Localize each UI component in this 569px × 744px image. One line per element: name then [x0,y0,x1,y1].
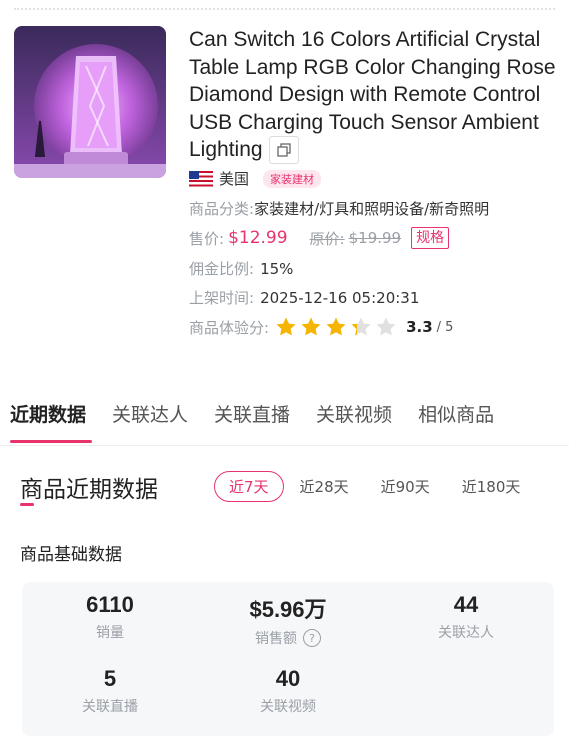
rating-label: 商品体验分: [189,318,270,337]
star-icon [301,317,321,336]
stat-revenue: $5.96万 销售额? [200,592,376,648]
product-image[interactable] [14,26,166,178]
tab-item[interactable]: 相似商品 [418,400,494,427]
top-divider [14,8,555,10]
tab-bar: 近期数据 关联达人 关联直播 关联视频 相似商品 [10,400,559,427]
star-icon [326,317,346,336]
star-icon [376,317,396,336]
copy-icon [276,143,291,158]
stats-panel: 6110 销量 $5.96万 销售额? 44 关联达人 5 关联直播 40 关联… [22,582,554,736]
price-value: $12.99 [228,228,288,248]
rating-row: 商品体验分: 3.3 / 5 [189,316,453,338]
stat-label: 销售额 [255,631,297,647]
original-price-label: 原价: [309,229,345,248]
tabs-divider [0,445,569,446]
price-label: 售价: [189,229,225,248]
tab-item[interactable]: 关联直播 [214,400,290,427]
listed-label: 上架时间: [189,289,255,307]
stat-value: 6110 [86,592,134,617]
commission-value: 15% [260,259,294,278]
stat-label: 关联直播 [82,699,138,715]
star-icon [276,317,296,336]
section-title: 商品近期数据 [20,477,158,503]
stat-label: 关联视频 [260,699,316,715]
stat-value: 5 [103,666,117,691]
stat-videos: 40 关联视频 [200,666,376,716]
rating-stars [275,316,400,338]
commission-row: 佣金比例: 15% [189,258,293,279]
basic-data-title: 商品基础数据 [20,545,122,565]
category-value: 家装建材/灯具和照明设备/新奇照明 [254,200,490,218]
stat-lives: 5 关联直播 [22,666,198,716]
product-title: Can Switch 16 Colors Artificial Crystal … [189,26,557,165]
stat-value: 44 [453,592,479,617]
period-option[interactable]: 近28天 [300,472,349,501]
period-option[interactable]: 近90天 [381,472,430,501]
listed-row: 上架时间: 2025-12-16 05:20:31 [189,287,419,308]
stat-label: 销量 [96,625,124,641]
tab-item[interactable]: 近期数据 [10,400,86,427]
tab-item[interactable]: 关联达人 [112,400,188,427]
product-title-text: Can Switch 16 Colors Artificial Crystal … [189,28,556,161]
stat-sales: 6110 销量 [22,592,198,642]
rating-score: 3.3 [406,318,433,336]
stat-value: 40 [275,666,301,691]
stat-label: 关联达人 [438,625,494,641]
active-tab-indicator [10,440,92,443]
stat-creators: 44 关联达人 [378,592,554,642]
category-row: 商品分类: 家装建材/灯具和照明设备/新奇照明 [189,198,489,219]
copy-button[interactable] [268,136,299,165]
rating-max: / 5 [436,319,454,335]
commission-label: 佣金比例: [189,260,255,278]
section-title-mark [20,503,34,506]
period-selector: 近7天 近28天 近90天 近180天 [214,471,552,502]
original-price-value: $19.99 [348,229,402,247]
star-icon [351,317,371,336]
period-option[interactable]: 近7天 [214,471,284,502]
price-row: 售价: $12.99 原价: $19.99 规格 [189,227,450,249]
listed-time: 2025-12-16 05:20:31 [260,288,420,307]
country-name: 美国 [219,170,250,188]
category-tag: 家装建材 [263,169,322,188]
tab-item[interactable]: 关联视频 [316,400,392,427]
us-flag-icon [189,170,213,187]
category-label: 商品分类: [189,200,255,218]
spec-button[interactable]: 规格 [411,227,450,249]
period-option[interactable]: 近180天 [462,472,521,501]
country-row: 美国 家装建材 [189,168,322,189]
stat-value: $5.96万 [249,597,327,622]
help-icon[interactable]: ? [303,629,321,647]
